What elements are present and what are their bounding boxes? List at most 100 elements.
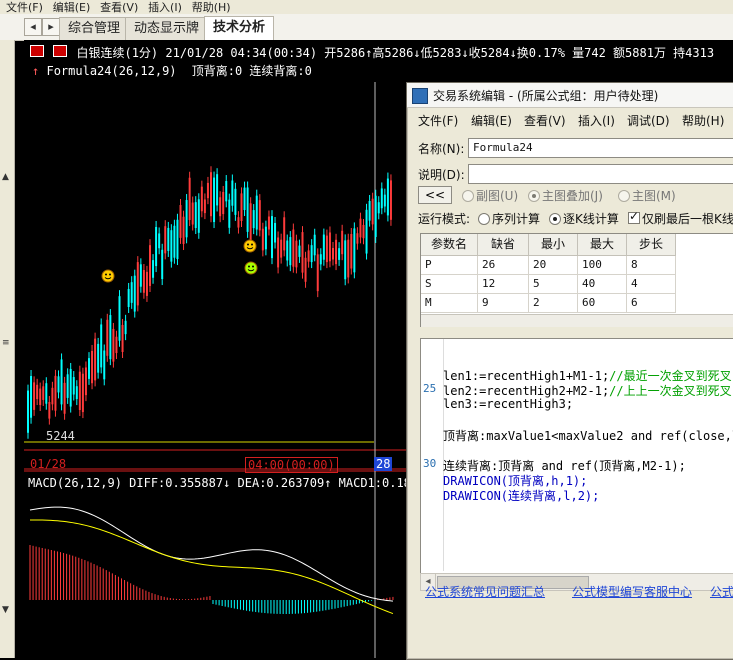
- candle-body: [149, 245, 151, 286]
- left-down-arrow[interactable]: ▼: [2, 605, 9, 615]
- smiley-green-icon: [244, 261, 258, 275]
- param-s-step[interactable]: 4: [627, 275, 676, 294]
- smiley-face: [243, 239, 257, 253]
- faq-link[interactable]: 公式系统常见问题汇总: [425, 583, 545, 600]
- candle-body: [347, 239, 350, 278]
- left-up-arrow[interactable]: ▲: [2, 172, 9, 182]
- param-m-min[interactable]: 2: [529, 294, 578, 313]
- formula-link[interactable]: 公式: [710, 583, 733, 600]
- main-overlay-label: 主图叠加(J): [542, 189, 603, 203]
- param-s-max[interactable]: 40: [578, 275, 627, 294]
- candle-body: [292, 229, 295, 267]
- dialog-menu-help[interactable]: 帮助(H): [682, 112, 724, 129]
- formula-up-arrow-icon: ↑: [32, 64, 40, 78]
- param-p-step[interactable]: 8: [627, 256, 676, 275]
- line-number: 25: [423, 382, 437, 395]
- candle-body: [338, 248, 341, 260]
- candle-body: [142, 269, 145, 293]
- candle-body: [188, 177, 191, 221]
- param-p-max[interactable]: 100: [578, 256, 627, 275]
- tab-technical-analysis[interactable]: 技术分析: [204, 16, 275, 41]
- candle-body: [304, 257, 307, 282]
- candle-body: [42, 386, 45, 400]
- candle-body: [365, 209, 368, 254]
- candle-body: [185, 200, 188, 238]
- param-m-default[interactable]: 9: [478, 294, 529, 313]
- code-line: len3:=recentHigh3;: [443, 397, 574, 411]
- top-menubar: 文件(F) 编辑(E) 查看(V) 插入(I) 帮助(H): [0, 0, 733, 15]
- description-input[interactable]: [468, 164, 733, 184]
- collapse-button[interactable]: <<: [418, 186, 452, 204]
- last-bar-checkbox[interactable]: [628, 209, 640, 224]
- dialog-menu-edit[interactable]: 编辑(E): [471, 112, 512, 129]
- code-editor[interactable]: len1:=recentHigh1+M1-1;//最近一次金叉到死叉 25 len2…: [420, 338, 733, 574]
- candle-body: [69, 368, 72, 407]
- param-s-default[interactable]: 12: [478, 275, 529, 294]
- candle-body: [109, 315, 112, 360]
- candle-body: [316, 254, 319, 292]
- line-number-gutter: [421, 339, 444, 571]
- menu-item-view[interactable]: 查看(V): [100, 1, 138, 14]
- candle-body: [356, 233, 359, 244]
- candle-body: [60, 359, 63, 405]
- menu-item-edit[interactable]: 编辑(E): [53, 1, 91, 14]
- menu-item-file[interactable]: 文件(F): [6, 1, 43, 14]
- tab-left-arrow[interactable]: ◂: [24, 18, 42, 36]
- tab-right-arrow[interactable]: ▸: [42, 18, 60, 36]
- formula-name: Formula24(26,12,9): [46, 64, 177, 78]
- candle-body: [167, 227, 170, 251]
- radio-main-chart[interactable]: [618, 190, 630, 202]
- candle-body: [197, 199, 200, 233]
- dialog-menu-file[interactable]: 文件(F): [418, 112, 458, 129]
- radio-main-overlay[interactable]: [528, 190, 540, 202]
- param-p-default[interactable]: 26: [478, 256, 529, 275]
- formula-name-input[interactable]: Formula24: [468, 138, 733, 158]
- tab-comprehensive[interactable]: 综合管理: [59, 17, 130, 40]
- run-mode-label: 运行模式:: [418, 212, 471, 226]
- candle-body: [39, 388, 42, 405]
- candle-body: [121, 324, 124, 352]
- left-side-panel: ▲ ≡ ▼: [0, 40, 15, 658]
- params-hscroll[interactable]: [421, 314, 733, 327]
- candle-body: [145, 271, 148, 296]
- dialog-menu-debug[interactable]: 调试(D): [627, 112, 670, 129]
- desc-label: 说明(D):: [418, 168, 465, 182]
- candle-body: [289, 237, 292, 266]
- candle-body: [383, 194, 386, 207]
- candle-body: [353, 228, 356, 273]
- radio-sequential[interactable]: [478, 213, 490, 225]
- smiley-eye: [252, 265, 254, 268]
- candle-body: [51, 387, 54, 405]
- left-scroll-handle[interactable]: ≡: [2, 338, 10, 348]
- candle-body: [200, 186, 203, 212]
- param-p-name[interactable]: P: [421, 256, 478, 275]
- candle-body: [319, 254, 322, 265]
- candle-body: [341, 230, 344, 255]
- radio-per-bar[interactable]: [549, 213, 561, 225]
- candles-group: [27, 166, 392, 439]
- param-m-max[interactable]: 60: [578, 294, 627, 313]
- candle-body: [216, 174, 219, 206]
- menu-item-help[interactable]: 帮助(H): [192, 1, 231, 14]
- candle-body: [264, 226, 267, 250]
- date-axis-right: 28: [374, 457, 393, 471]
- param-p-min[interactable]: 20: [529, 256, 578, 275]
- support-link[interactable]: 公式模型编写客服中心: [572, 583, 692, 600]
- candle-body: [234, 188, 237, 215]
- candle-body: [213, 177, 216, 223]
- radio-sub-chart[interactable]: [462, 190, 474, 202]
- candle-body: [124, 320, 127, 335]
- candle-body: [328, 232, 331, 262]
- tab-dynamic-board[interactable]: 动态显示牌: [125, 17, 209, 40]
- candle-body: [240, 193, 243, 222]
- candle-body: [374, 195, 377, 237]
- sub-chart-label: 副图(U): [476, 189, 519, 203]
- dialog-menu-view[interactable]: 查看(V): [524, 112, 566, 129]
- param-m-name[interactable]: M: [421, 294, 478, 313]
- param-s-min[interactable]: 5: [529, 275, 578, 294]
- menu-item-insert[interactable]: 插入(I): [148, 1, 182, 14]
- param-m-step[interactable]: 6: [627, 294, 676, 313]
- candle-body: [103, 350, 106, 380]
- param-s-name[interactable]: S: [421, 275, 478, 294]
- dialog-menu-insert[interactable]: 插入(I): [578, 112, 615, 129]
